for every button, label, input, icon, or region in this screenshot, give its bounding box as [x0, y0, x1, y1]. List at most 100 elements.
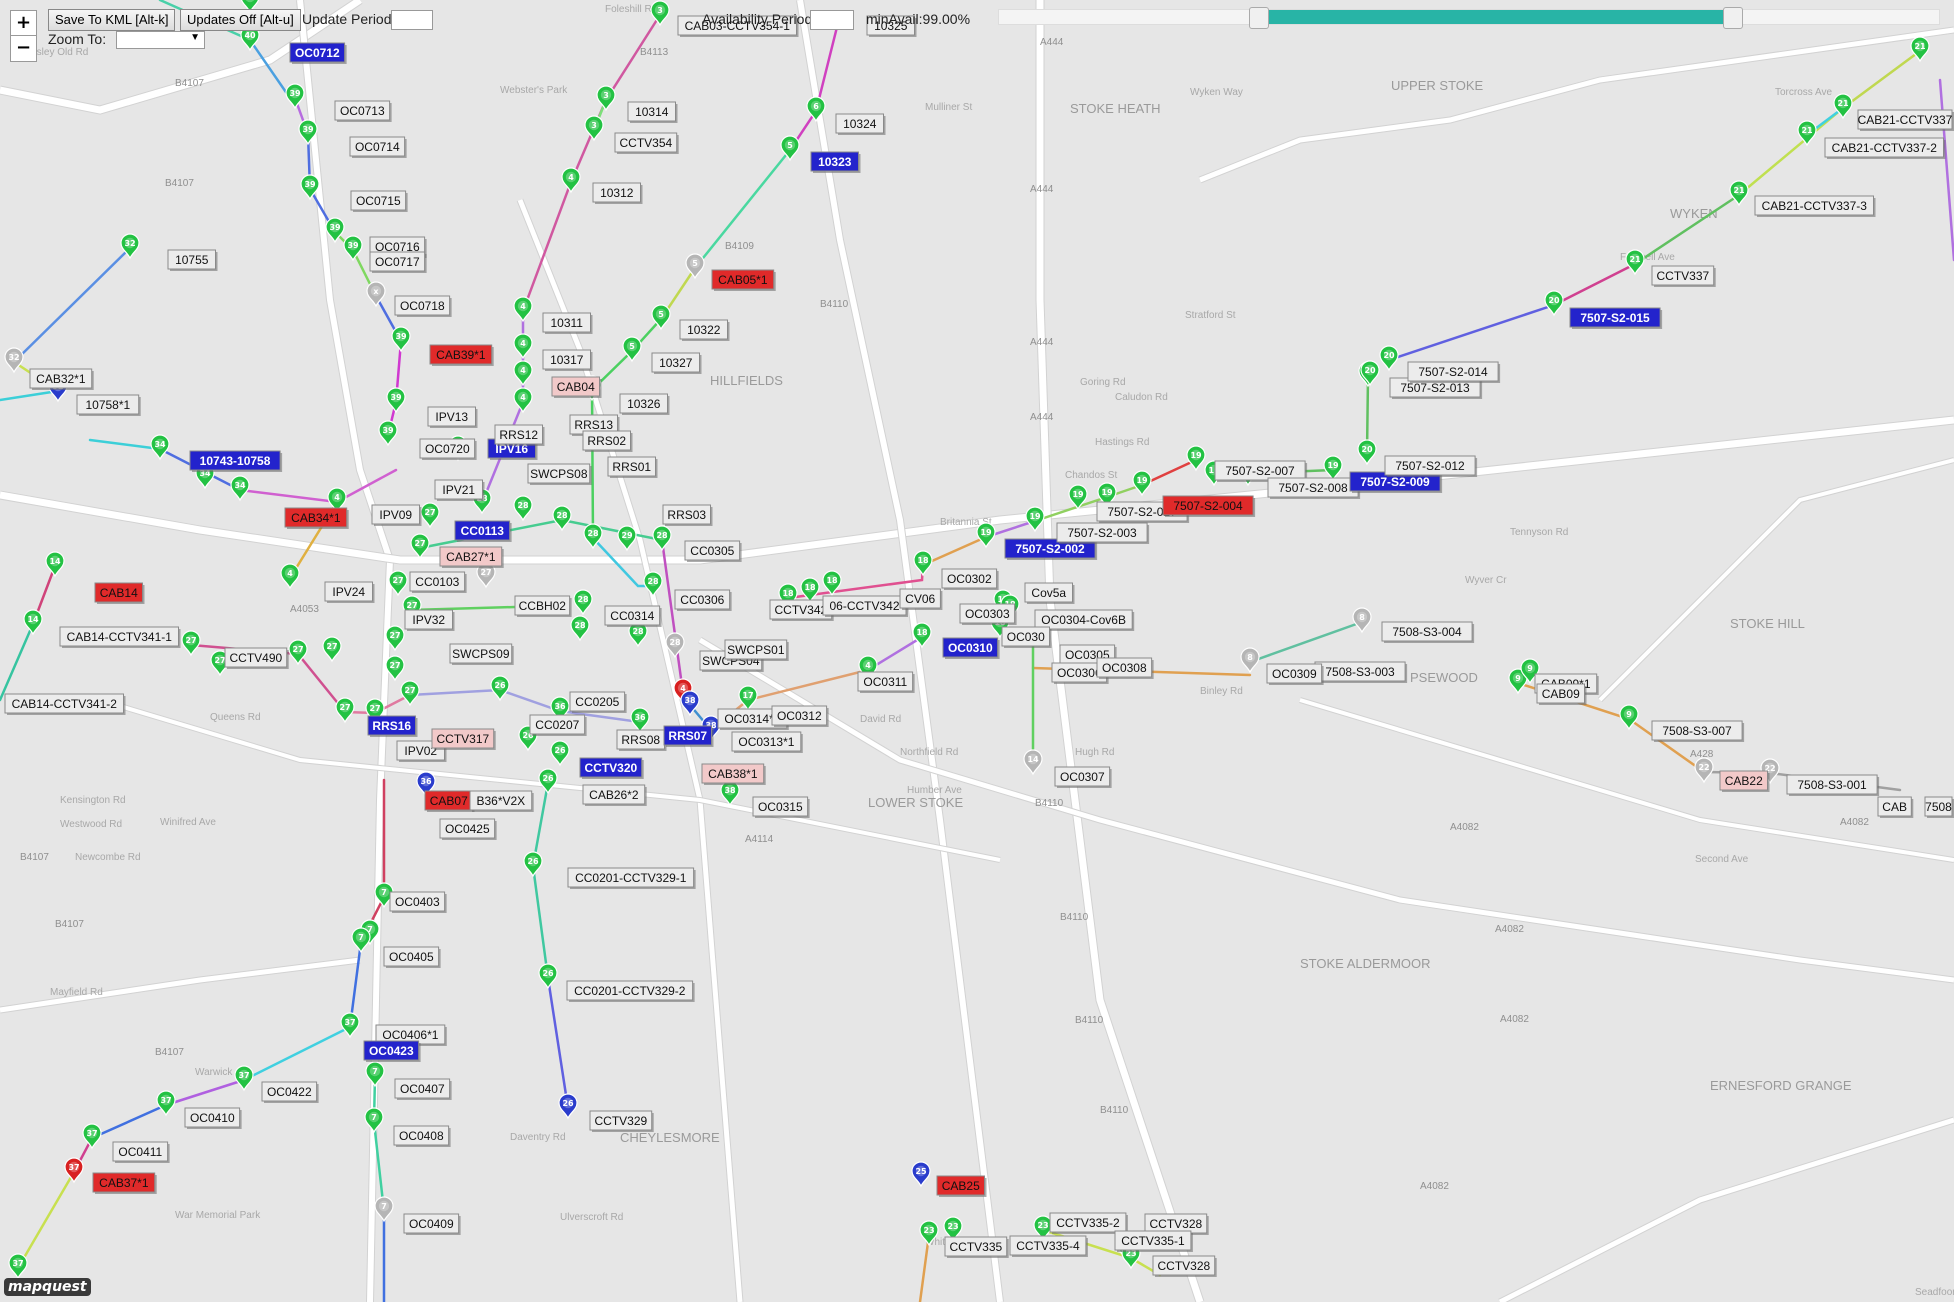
node-pin[interactable]: 20 [1360, 360, 1380, 387]
node-pin[interactable]: 4 [513, 387, 533, 414]
node-label[interactable]: 10322 [679, 319, 730, 341]
node-pin[interactable]: 37 [234, 1065, 254, 1092]
node-label[interactable]: RRS16 [367, 715, 418, 737]
node-pin[interactable]: 3 [596, 85, 616, 112]
node-label[interactable]: RRS07 [663, 725, 714, 747]
node-label[interactable]: 10326 [619, 393, 670, 415]
node-label[interactable]: OC0303 [959, 603, 1017, 625]
node-label[interactable]: RRS03 [662, 504, 713, 526]
node-label[interactable]: OC0713 [334, 100, 392, 122]
node-label[interactable]: OC0718 [394, 295, 452, 317]
node-pin[interactable]: 27 [420, 502, 440, 529]
node-label[interactable]: 7507-S2-003 [1056, 522, 1150, 544]
node-pin[interactable]: 26 [523, 851, 543, 878]
node-label[interactable]: CAB14-CCTV341-2 [4, 693, 126, 715]
save-kml-button[interactable]: Save To KML [Alt-k] [48, 9, 176, 31]
node-label[interactable]: CC0201-CCTV329-2 [566, 980, 695, 1002]
link-route[interactable] [546, 976, 570, 1110]
link-route[interactable] [90, 1103, 168, 1140]
node-label[interactable]: SWCPS01 [724, 639, 789, 661]
node-pin[interactable]: 37 [82, 1123, 102, 1150]
node-pin[interactable]: 34 [230, 475, 250, 502]
node-pin[interactable]: 37 [340, 1012, 360, 1039]
node-pin[interactable]: 18 [913, 550, 933, 577]
node-pin[interactable]: 14 [45, 551, 65, 578]
node-label[interactable]: CAB25 [936, 1175, 987, 1197]
node-label[interactable]: CAB38*1 [701, 763, 766, 785]
node-label[interactable]: CCTV335-4 [1009, 1235, 1088, 1257]
node-label[interactable]: OC0403 [389, 891, 447, 913]
link-route[interactable] [1248, 620, 1364, 664]
node-pin[interactable]: 7 [364, 1107, 384, 1134]
node-pin[interactable]: 26 [490, 675, 510, 702]
node-pin[interactable]: 26 [558, 1093, 578, 1120]
link-route[interactable] [1938, 78, 1954, 262]
node-pin[interactable]: 8 [1352, 607, 1372, 634]
node-label[interactable]: CCTV329 [589, 1110, 654, 1132]
node-label[interactable]: 10317 [542, 349, 593, 371]
node-label[interactable]: CC0314 [604, 605, 662, 627]
link-route[interactable] [0, 622, 35, 702]
zoom-to-select[interactable]: ▼ [116, 31, 205, 49]
map-canvas[interactable]: UPPER STOKESTOKE HEATHWYKENHILLFIELDSSTO… [0, 0, 1954, 1302]
node-pin[interactable]: 21 [1910, 36, 1930, 63]
node-pin[interactable]: 19 [1186, 445, 1206, 472]
slider-handle-min[interactable] [1248, 7, 1269, 29]
updates-toggle-button[interactable]: Updates Off [Alt-u] [180, 9, 301, 31]
node-pin[interactable]: 39 [378, 420, 398, 447]
node-pin[interactable]: 27 [322, 636, 342, 663]
node-label[interactable]: 7507-S2-008 [1267, 477, 1361, 499]
node-pin[interactable]: 4 [513, 296, 533, 323]
node-label[interactable]: CAB09 [1536, 683, 1587, 705]
node-label[interactable]: CAB27*1 [439, 546, 504, 568]
node-pin[interactable]: 20 [1379, 345, 1399, 372]
node-pin[interactable]: 3 [650, 0, 670, 27]
node-pin[interactable]: x [366, 281, 386, 308]
node-label[interactable]: CCTV317 [431, 728, 496, 750]
node-label[interactable]: 10323 [810, 151, 861, 173]
node-label[interactable]: OC0315 [752, 796, 810, 818]
link-route[interactable] [1387, 303, 1556, 362]
node-label[interactable]: CC0205 [569, 691, 627, 713]
node-label[interactable]: CAB26*2 [582, 784, 647, 806]
node-label[interactable]: OC0712 [289, 42, 347, 64]
node-pin[interactable]: 9 [1619, 704, 1639, 731]
node-label[interactable]: CV06 [899, 588, 943, 610]
node-label[interactable]: SWCPS09 [449, 643, 514, 665]
link-route[interactable] [242, 1025, 352, 1082]
node-label[interactable]: RRS12 [494, 424, 545, 446]
node-label[interactable]: OC0425 [439, 818, 497, 840]
node-label[interactable]: Cov5a [1024, 582, 1075, 604]
node-label[interactable]: OC0308 [1096, 657, 1154, 679]
node-label[interactable]: OC0309 [1266, 663, 1324, 685]
node-pin[interactable]: 19 [976, 522, 996, 549]
node-pin[interactable]: 22 [1694, 757, 1714, 784]
availability-range-slider[interactable] [998, 7, 1940, 29]
node-label[interactable]: 7508 [1924, 796, 1954, 818]
node-pin[interactable]: 21 [1729, 180, 1749, 207]
node-label[interactable]: 10312 [592, 182, 643, 204]
slider-handle-max[interactable] [1722, 7, 1743, 29]
node-pin[interactable]: 4 [280, 563, 300, 590]
node-label[interactable]: 7507-S2-014 [1407, 361, 1501, 383]
node-pin[interactable]: 37 [8, 1253, 28, 1280]
node-pin[interactable]: 21 [1797, 120, 1817, 147]
node-label[interactable]: OC0717 [369, 251, 427, 273]
node-label[interactable]: RRS01 [607, 456, 658, 478]
node-label[interactable]: OC0411 [112, 1141, 170, 1163]
node-label[interactable]: CCTV320 [579, 757, 644, 779]
node-label[interactable]: OC0408 [393, 1125, 451, 1147]
node-pin[interactable]: 20 [1357, 439, 1377, 466]
node-label[interactable]: CC0306 [674, 589, 732, 611]
node-pin[interactable]: 36 [630, 707, 650, 734]
node-label[interactable]: 7508-S3-001 [1786, 774, 1880, 796]
node-label[interactable]: 10314 [627, 101, 678, 123]
node-label[interactable]: CAB37*1 [92, 1172, 157, 1194]
node-label[interactable]: OC0423 [363, 1040, 421, 1062]
node-label[interactable]: CAB39*1 [429, 344, 494, 366]
node-label[interactable]: CAB14 [94, 582, 145, 604]
node-label[interactable]: 7508-S3-007 [1651, 720, 1745, 742]
node-pin[interactable]: 27 [181, 630, 201, 657]
zoom-out-button[interactable]: − [10, 35, 37, 62]
node-pin[interactable]: 20 [1544, 290, 1564, 317]
